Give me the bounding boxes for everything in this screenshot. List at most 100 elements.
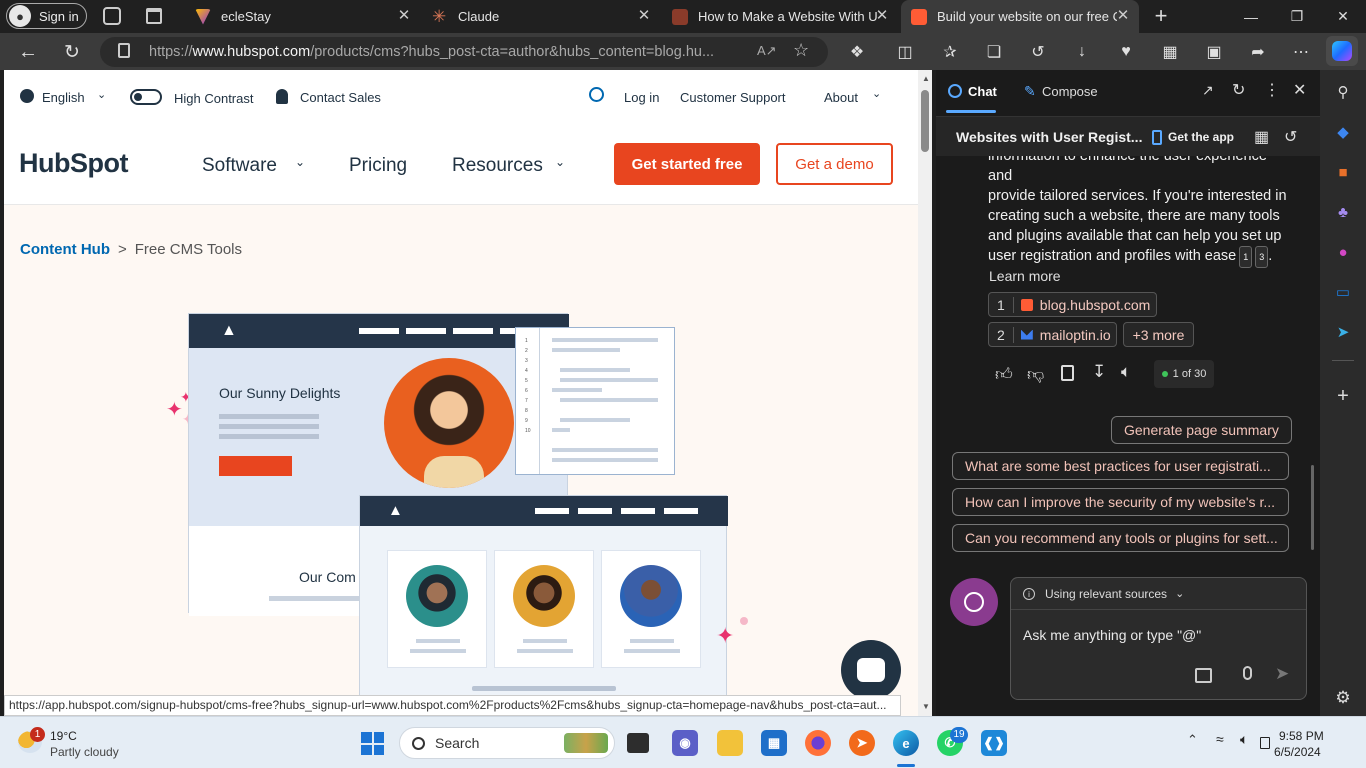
- apps-icon[interactable]: ▦: [1159, 41, 1181, 63]
- clock-date[interactable]: 6/5/2024: [1274, 745, 1321, 759]
- more-menu-icon[interactable]: ⋯: [1290, 41, 1312, 63]
- tab-chat[interactable]: Chat: [968, 84, 997, 99]
- split-screen-icon[interactable]: ◫: [894, 41, 916, 63]
- profile-button[interactable]: ● Sign in: [6, 3, 87, 29]
- add-icon[interactable]: +: [1333, 385, 1353, 407]
- tools-icon[interactable]: ■: [1333, 162, 1353, 182]
- chat-input[interactable]: Ask me anything or type "@": [1023, 627, 1201, 643]
- back-icon[interactable]: ←: [17, 41, 39, 63]
- tab-claude[interactable]: ✳ Claude ✕: [422, 0, 660, 33]
- contrast-toggle[interactable]: [130, 89, 162, 105]
- chat-widget-button[interactable]: [841, 640, 901, 700]
- citation-3[interactable]: 3: [1255, 246, 1269, 268]
- app-icon[interactable]: ➤: [849, 730, 875, 756]
- chat-scrollbar-thumb[interactable]: [1311, 465, 1314, 550]
- support-link[interactable]: Customer Support: [680, 90, 786, 105]
- download-icon[interactable]: ↧: [1092, 362, 1106, 382]
- close-sidebar-icon[interactable]: ✕: [1293, 80, 1306, 100]
- image-upload-icon[interactable]: [1195, 668, 1212, 683]
- about-menu[interactable]: About: [824, 90, 858, 105]
- close-icon[interactable]: ✕: [636, 8, 652, 24]
- suggestion-chip[interactable]: What are some best practices for user re…: [952, 452, 1289, 480]
- citation-1[interactable]: 1: [1239, 246, 1253, 268]
- source-link-1[interactable]: 1 blog.hubspot.com: [988, 292, 1157, 317]
- share-icon[interactable]: ➦: [1247, 41, 1269, 63]
- breadcrumb-parent-link[interactable]: Content Hub: [20, 241, 110, 258]
- close-icon[interactable]: ✕: [874, 8, 890, 24]
- settings-icon[interactable]: ⚙: [1333, 688, 1353, 708]
- thumbs-up-icon[interactable]: 👍︎: [995, 364, 1013, 385]
- nav-pricing[interactable]: Pricing: [349, 155, 407, 177]
- page-scrollbar[interactable]: ▲ ▼: [918, 70, 932, 716]
- screenshot-icon[interactable]: ▣: [1203, 41, 1225, 63]
- clock-time[interactable]: 9:58 PM: [1279, 729, 1324, 743]
- suggestion-page-summary[interactable]: Generate page summary: [1111, 416, 1292, 444]
- search-icon[interactable]: [589, 87, 604, 102]
- tab-compose[interactable]: Compose: [1042, 84, 1098, 99]
- favorites-icon[interactable]: ✰: [939, 41, 961, 63]
- contact-sales-link[interactable]: Contact Sales: [300, 90, 381, 105]
- start-button[interactable]: [361, 732, 384, 755]
- collections-icon[interactable]: ❏: [983, 41, 1005, 63]
- workspaces-icon[interactable]: [103, 7, 121, 25]
- nav-resources[interactable]: Resources: [452, 155, 543, 177]
- performance-icon[interactable]: ♥: [1115, 41, 1137, 63]
- outlook-icon[interactable]: ▭: [1333, 282, 1353, 302]
- language-selector[interactable]: English: [42, 90, 85, 105]
- shopping-icon[interactable]: ◆: [1333, 122, 1353, 142]
- get-demo-button[interactable]: Get a demo: [776, 143, 893, 185]
- get-app-button[interactable]: Get the app: [1168, 130, 1234, 144]
- login-link[interactable]: Log in: [624, 90, 659, 105]
- window-close-button[interactable]: ✕: [1320, 0, 1366, 33]
- restore-button[interactable]: ❐: [1274, 0, 1320, 33]
- file-explorer-icon[interactable]: [717, 730, 743, 756]
- microphone-icon[interactable]: [1243, 666, 1252, 680]
- history-icon[interactable]: ↺: [1027, 41, 1049, 63]
- read-aloud-icon[interactable]: A↗: [757, 43, 777, 59]
- task-view-icon[interactable]: [627, 733, 649, 753]
- search-icon[interactable]: ⚲: [1333, 82, 1353, 102]
- meet-icon[interactable]: ◉: [672, 730, 698, 756]
- games-icon[interactable]: ♣: [1333, 202, 1353, 222]
- sources-selector[interactable]: i Using relevant sources ⌄: [1011, 578, 1306, 610]
- more-options-icon[interactable]: ⋮: [1264, 80, 1280, 100]
- speaker-icon[interactable]: 🔈︎: [1121, 362, 1131, 382]
- history-icon[interactable]: ↺: [1284, 127, 1297, 147]
- edge-icon[interactable]: e: [893, 730, 919, 756]
- close-icon[interactable]: ✕: [396, 8, 412, 24]
- wifi-icon[interactable]: ≈: [1216, 731, 1224, 747]
- address-bar[interactable]: https://www.hubspot.com/products/cms?hub…: [100, 37, 828, 67]
- tab-actions-icon[interactable]: [146, 8, 162, 24]
- source-link-2[interactable]: 2 mailoptin.io: [988, 322, 1117, 347]
- close-icon[interactable]: ✕: [1115, 8, 1131, 24]
- copy-icon[interactable]: [1061, 365, 1074, 381]
- chevron-up-icon[interactable]: ⌃: [1187, 732, 1198, 748]
- favorite-star-icon[interactable]: ☆: [793, 40, 809, 61]
- tab-hubspot-howto[interactable]: How to Make a Website With Us ✕: [662, 0, 898, 33]
- suggestion-chip[interactable]: Can you recommend any tools or plugins f…: [952, 524, 1289, 552]
- plugins-icon[interactable]: ▦: [1254, 127, 1269, 147]
- send-icon[interactable]: ➤: [1275, 664, 1289, 684]
- tab-hubspot-cms[interactable]: Build your website on our free Cl ✕: [901, 0, 1139, 33]
- weather-widget[interactable]: 1 19°C Partly cloudy: [16, 727, 136, 761]
- get-started-button[interactable]: Get started free: [614, 143, 760, 185]
- taskbar-search[interactable]: Search: [399, 727, 615, 759]
- thumbs-down-icon[interactable]: 👎︎: [1027, 364, 1044, 385]
- office-icon[interactable]: ●: [1333, 242, 1353, 262]
- copilot-icon[interactable]: [1326, 36, 1358, 66]
- suggestion-chip[interactable]: How can I improve the security of my web…: [952, 488, 1289, 516]
- extensions-icon[interactable]: ❖: [846, 41, 868, 63]
- more-sources-button[interactable]: +3 more: [1123, 322, 1194, 347]
- hubspot-logo[interactable]: HubSpot: [19, 148, 128, 179]
- minimize-button[interactable]: —: [1228, 0, 1274, 33]
- new-topic-button[interactable]: [950, 578, 998, 626]
- refresh-icon[interactable]: ↻: [1232, 80, 1245, 100]
- refresh-icon[interactable]: ↻: [61, 41, 83, 63]
- battery-icon[interactable]: [1260, 737, 1270, 749]
- new-tab-button[interactable]: +: [1150, 3, 1172, 29]
- volume-icon[interactable]: 🔈︎: [1240, 731, 1248, 748]
- telegram-icon[interactable]: ➤: [1333, 322, 1353, 342]
- scrollbar-thumb[interactable]: [921, 90, 929, 152]
- tab-eclestay[interactable]: ecleStay ✕: [185, 0, 420, 33]
- nav-software[interactable]: Software: [202, 155, 277, 177]
